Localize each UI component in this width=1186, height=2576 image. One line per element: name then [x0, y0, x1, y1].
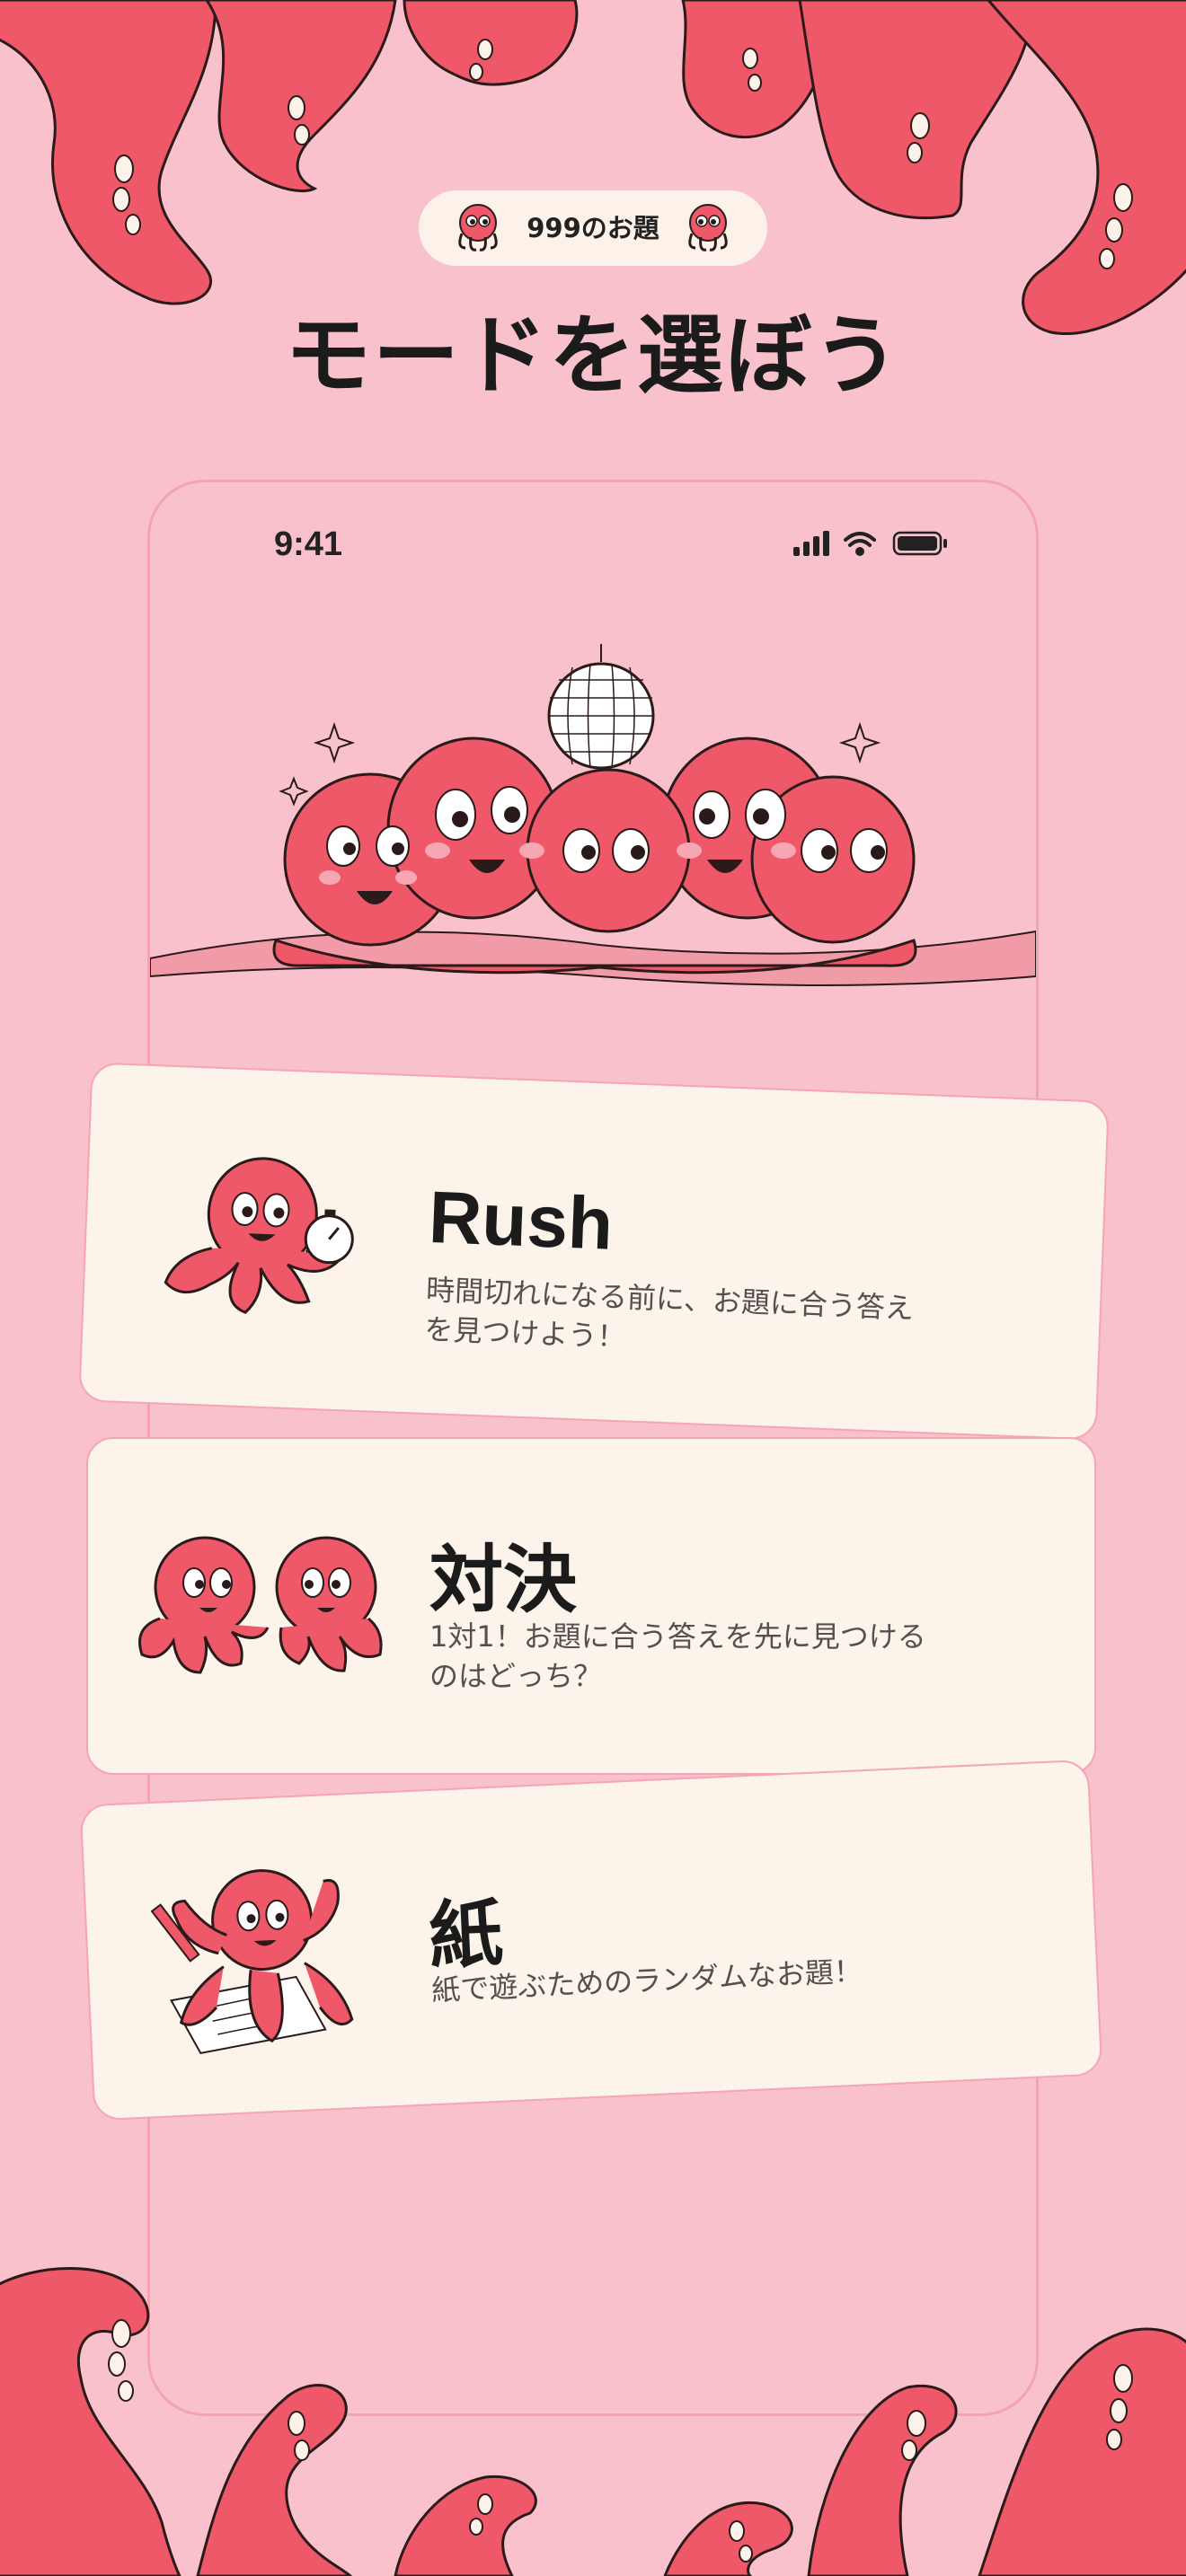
- page-title: モードを選ぼう: [285, 305, 901, 406]
- mode-title: Rush: [427, 1176, 615, 1266]
- mode-card-paper[interactable]: 紙 紙で遊ぶためのランダムなお題！: [79, 1759, 1103, 2122]
- tentacles-bottom-decoration: [0, 2267, 1186, 2576]
- octopus-party-illustration: [150, 644, 1036, 986]
- prompt-count-badge: 999のお題: [419, 190, 767, 266]
- status-icons: [793, 527, 955, 563]
- mode-title: 対決: [429, 1538, 578, 1623]
- signal-icon: [793, 531, 829, 556]
- octopus-rush-illustration: [164, 1157, 354, 1314]
- mode-description: 1対1！お題に合う答えを先に見つけるのはどっち？: [429, 1619, 926, 1693]
- mode-card-versus[interactable]: 対決 1対1！お題に合う答えを先に見つけるのはどっち？: [86, 1437, 1096, 1775]
- badge-label: 999のお題: [527, 213, 659, 243]
- octopus-icon: [458, 204, 498, 251]
- wifi-icon: [844, 532, 876, 556]
- mode-card-rush[interactable]: Rush 時間切れになる前に、お題に合う答えを見つけよう！: [78, 1062, 1110, 1441]
- octopus-icon: [688, 204, 728, 251]
- mode-description: 紙で遊ぶためのランダムなお題！: [430, 1954, 863, 2008]
- battery-icon: [892, 531, 947, 556]
- mode-description: 時間切れになる前に、お題に合う答えを見つけよう！: [423, 1272, 915, 1354]
- mode-title: 紙: [427, 1891, 505, 1981]
- disco-ball-icon: [547, 644, 655, 770]
- status-time: 9:41: [274, 525, 343, 563]
- octopus-paper-illustration: [150, 1869, 354, 2054]
- octopus-versus-illustration: [138, 1536, 383, 1674]
